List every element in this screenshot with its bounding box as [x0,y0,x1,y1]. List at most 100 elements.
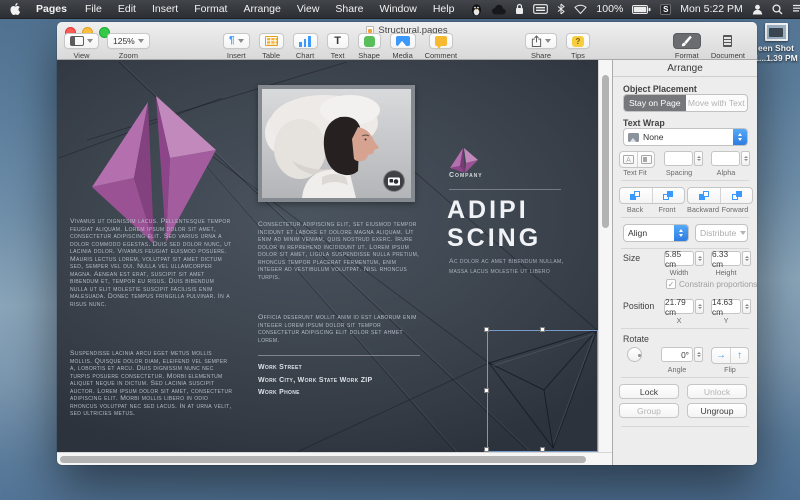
profile-photo[interactable] [258,85,415,202]
backward-button[interactable] [688,188,720,203]
selection-handle-top-left[interactable] [484,327,489,332]
menu-arrange[interactable]: Arrange [243,3,280,15]
replace-image-badge[interactable] [383,170,405,192]
share-button[interactable]: Share [525,33,557,60]
ungroup-button[interactable]: Ungroup [687,403,747,418]
size-label: Size [623,253,641,263]
text-fit-left-button[interactable]: A [620,152,637,167]
media-button[interactable]: Media [389,33,416,60]
battery-percent[interactable]: 100% [596,3,623,15]
wrap-none-icon [628,132,639,142]
menu-window[interactable]: Window [379,3,416,15]
wifi-icon[interactable] [574,4,588,14]
contact-block[interactable]: Work Street Work City, Work State Work Z… [258,362,422,400]
angle-stepper[interactable] [694,347,703,362]
position-x-field[interactable]: 21.79 cm [664,297,694,317]
text-block-col1-para2[interactable]: Suspendisse lacinia arcu eget metus moll… [70,350,233,418]
menu-file[interactable]: File [85,3,102,15]
menu-pages[interactable]: Pages [36,3,67,15]
constrain-proportions-checkbox[interactable]: ✓ [666,279,676,289]
distribute-dropdown[interactable]: Distribute [695,224,748,242]
text-button[interactable]: T Text [326,33,349,60]
text-block-col1-para1[interactable]: Vivamus ut dignissim lacus. Pellentesque… [70,218,233,308]
format-button[interactable]: Format [672,33,701,60]
battery-icon[interactable] [632,4,651,14]
alpha-field[interactable] [711,151,740,166]
apple-menu[interactable] [10,2,22,16]
selection-bounding-box[interactable] [487,330,598,452]
tips-button[interactable]: ? Tips [566,33,590,60]
company-label[interactable]: Company [449,172,483,180]
stay-on-page-option[interactable]: Stay on Page [624,95,686,111]
align-dropdown[interactable]: Align [623,224,689,242]
brochure-title[interactable]: ADIPI SCING [447,196,541,252]
align-stepper[interactable] [674,225,688,241]
spacing-sublabel: Spacing [665,168,693,177]
s-app-status-icon[interactable]: S [660,3,672,15]
tagline-text[interactable]: Ac dolor ac amet bibendum nullam, massa … [449,257,569,276]
text-wrap-select[interactable]: None [623,128,748,146]
flip-horizontal-button[interactable]: → [712,348,730,363]
back-button[interactable] [620,188,652,203]
insert-button[interactable]: ¶ Insert [223,33,250,60]
notification-center-icon[interactable] [792,4,800,14]
zoom-menu-button[interactable]: 125% Zoom [107,33,150,60]
menu-share[interactable]: Share [335,3,363,15]
contact-city: Work City, Work State Work ZIP [258,376,373,384]
text-block-col2-para2[interactable]: Officia deserunt mollit anim id est labo… [258,314,422,344]
menu-help[interactable]: Help [433,3,455,15]
keyboard-status-icon[interactable] [533,4,549,14]
group-button[interactable]: Group [619,403,679,418]
bluetooth-icon[interactable] [557,3,566,15]
position-y-field[interactable]: 14.63 cm [711,297,741,317]
menu-clock[interactable]: Mon 5:22 PM [680,3,742,15]
angle-field[interactable]: 0° [661,347,693,362]
width-stepper[interactable] [695,251,704,266]
table-button[interactable]: Table [258,33,284,60]
text-wrap-stepper[interactable] [733,129,747,145]
unlock-button[interactable]: Unlock [687,384,747,399]
company-logo[interactable] [448,146,482,174]
horizontal-scrollbar[interactable] [57,452,612,465]
height-stepper[interactable] [742,251,751,266]
front-button[interactable] [652,188,684,203]
forward-button[interactable] [720,188,752,203]
selection-handle-middle-left[interactable] [484,388,489,393]
view-menu-button[interactable]: View [64,33,99,60]
text-block-col2-para1[interactable]: Consectetur adipiscing elit, set eiusmod… [258,221,422,281]
position-x-stepper[interactable] [695,299,704,314]
shape-button[interactable]: Shape [357,33,381,60]
spacing-field[interactable] [664,151,693,166]
text-fit-right-button[interactable] [637,152,654,167]
cloud-status-icon[interactable] [492,4,507,15]
desktop-file-screenshot[interactable]: een Shot 1...1.39 PM [753,23,799,63]
rotate-knob[interactable] [627,347,642,362]
selection-handle-top-middle[interactable] [540,327,545,332]
move-with-text-option[interactable]: Move with Text [686,95,748,111]
menu-format[interactable]: Format [194,3,227,15]
menu-edit[interactable]: Edit [118,3,136,15]
position-y-stepper[interactable] [742,299,751,314]
user-status-icon[interactable] [752,4,763,15]
lock-button[interactable]: Lock [619,384,679,399]
vertical-scrollbar-thumb[interactable] [602,75,609,228]
penguin-status-icon[interactable] [470,3,483,16]
lock-status-icon[interactable] [515,3,524,15]
horizontal-scrollbar-thumb[interactable] [60,456,586,463]
selection-handle-bottom-left[interactable] [484,447,489,452]
document-button[interactable]: Document [711,33,745,60]
comment-button[interactable]: Comment [425,33,457,60]
selection-handle-bottom-middle[interactable] [540,447,545,452]
alpha-stepper[interactable] [741,151,750,166]
height-field[interactable]: 6.33 cm [711,249,741,269]
flip-vertical-button[interactable]: ↑ [730,348,748,363]
menu-insert[interactable]: Insert [152,3,178,15]
chart-button[interactable]: Chart [292,33,318,60]
document-page[interactable]: Vivamus ut dignissim lacus. Pellentesque… [57,60,598,452]
menu-view[interactable]: View [297,3,320,15]
spacing-stepper[interactable] [694,151,703,166]
spotlight-search-icon[interactable] [772,3,783,15]
vertical-scrollbar[interactable] [598,60,612,452]
width-field[interactable]: 5.85 cm [664,249,694,269]
inspector-tab-arrange[interactable]: Arrange [613,60,757,77]
